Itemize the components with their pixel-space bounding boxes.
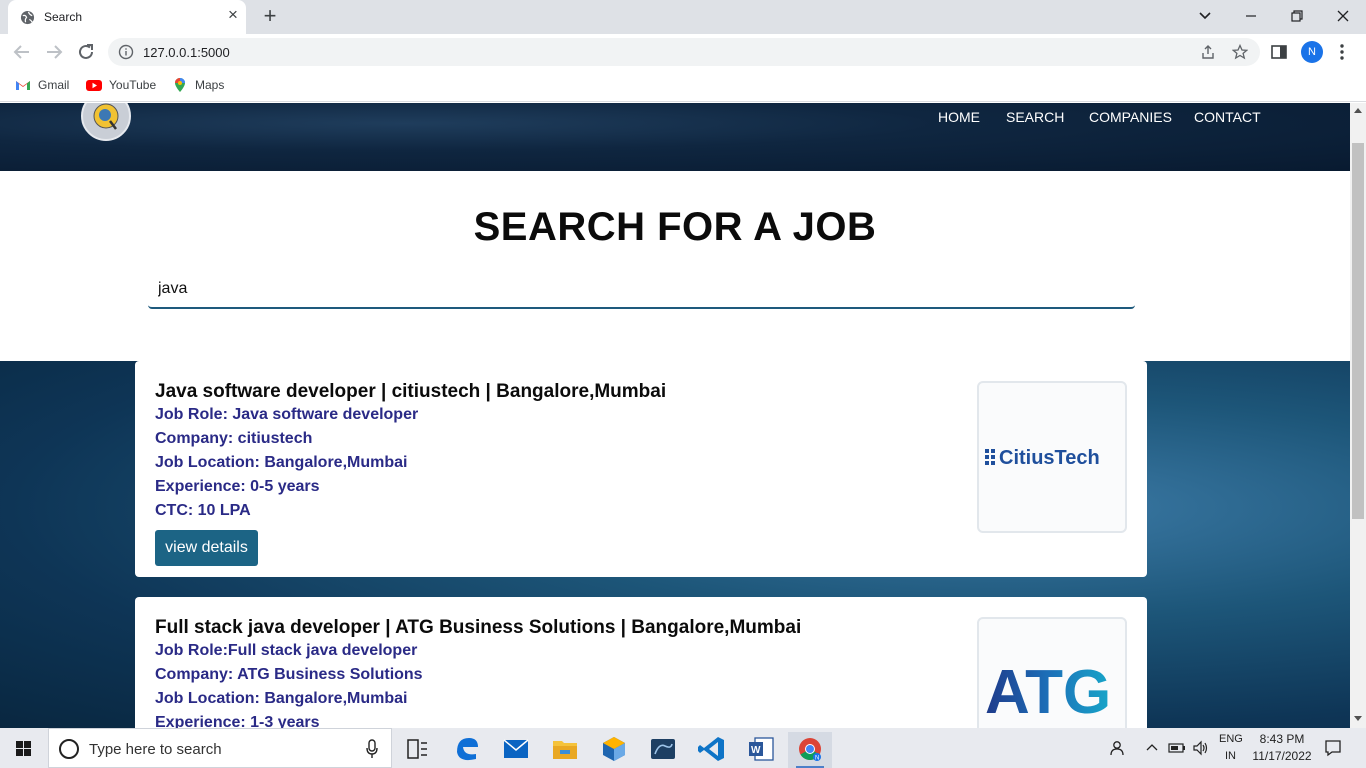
tab-search-icon[interactable] <box>1193 4 1217 28</box>
youtube-icon <box>86 80 102 91</box>
job-location: Job Location: Bangalore,Mumbai <box>155 454 408 471</box>
job-role: Job Role: Java software developer <box>155 406 419 423</box>
search-section: SEARCH FOR A JOB <box>0 171 1350 361</box>
cortana-icon <box>59 739 79 759</box>
omnibox[interactable]: 127.0.0.1:5000 <box>108 38 1260 66</box>
job-card: Java software developer | citiustech | B… <box>135 361 1147 577</box>
job-card: Full stack java developer | ATG Business… <box>135 597 1147 728</box>
url-text: 127.0.0.1:5000 <box>143 45 230 60</box>
close-window-button[interactable] <box>1331 4 1355 28</box>
job-role: Job Role:Full stack java developer <box>155 642 418 659</box>
start-button[interactable] <box>0 728 48 768</box>
windows-logo-icon <box>16 741 31 756</box>
tab-strip: Search × + <box>0 0 1366 34</box>
menu-kebab-icon[interactable] <box>1339 42 1345 62</box>
page-title: SEARCH FOR A JOB <box>473 205 877 249</box>
company-logo-atg: ATG <box>977 617 1127 728</box>
notifications-icon[interactable] <box>1324 739 1342 757</box>
job-company: Company: ATG Business Solutions <box>155 666 423 683</box>
clock-date: 11/17/2022 <box>1252 749 1312 763</box>
maps-icon <box>175 78 185 92</box>
lang-region: IN <box>1225 750 1236 762</box>
forward-arrow-icon[interactable] <box>43 41 65 63</box>
site-logo[interactable] <box>81 103 131 141</box>
taskbar-search-placeholder: Type here to search <box>89 741 222 758</box>
scroll-down-arrow-icon[interactable] <box>1354 716 1362 721</box>
microphone-icon[interactable] <box>365 739 379 759</box>
scrollbar-thumb[interactable] <box>1352 143 1364 519</box>
taskbar-search-box[interactable]: Type here to search <box>48 728 392 768</box>
bookmark-star-icon[interactable] <box>1232 44 1248 60</box>
job-search-input[interactable] <box>148 271 1135 309</box>
globe-icon <box>20 10 35 25</box>
job-location: Job Location: Bangalore,Mumbai <box>155 690 408 707</box>
svg-text:ATG: ATG <box>985 658 1111 727</box>
nav-search[interactable]: SEARCH <box>1006 109 1064 125</box>
restore-button[interactable] <box>1285 4 1309 28</box>
page-scrollbar[interactable] <box>1350 103 1366 728</box>
clock-time: 8:43 PM <box>1259 732 1305 746</box>
share-icon[interactable] <box>1200 44 1216 60</box>
site-header: HOME SEARCH COMPANIES CONTACT <box>0 103 1350 171</box>
bookmark-maps[interactable]: Maps <box>172 76 232 94</box>
edge-icon[interactable] <box>445 732 489 768</box>
scroll-up-arrow-icon[interactable] <box>1354 108 1362 113</box>
windows-taskbar: Type here to search W N ENG IN 8:43 PM 1… <box>0 728 1366 768</box>
language-indicator[interactable]: ENG IN <box>1219 728 1245 768</box>
browser-tab[interactable]: Search × <box>8 0 246 34</box>
chrome-taskbar-icon[interactable]: N <box>788 732 832 768</box>
minimize-button[interactable] <box>1239 4 1263 28</box>
mail-icon[interactable] <box>494 732 538 768</box>
svg-text:N: N <box>815 756 819 762</box>
results-section: Java software developer | citiustech | B… <box>0 361 1350 728</box>
bookmark-gmail[interactable]: Gmail <box>15 76 75 94</box>
volume-icon[interactable] <box>1192 740 1210 756</box>
battery-icon[interactable] <box>1168 740 1186 756</box>
side-panel-icon[interactable] <box>1270 43 1288 61</box>
address-bar-row: 127.0.0.1:5000 <box>0 34 1366 70</box>
gmail-icon <box>16 81 30 90</box>
svg-text:W: W <box>751 745 761 756</box>
nav-contact[interactable]: CONTACT <box>1194 109 1261 125</box>
svg-text:CitiusTech: CitiusTech <box>999 447 1100 469</box>
site-info-icon[interactable] <box>118 44 134 60</box>
close-tab-icon[interactable]: × <box>224 6 242 24</box>
show-hidden-icons-chevron-icon[interactable] <box>1145 741 1159 755</box>
bookmark-youtube[interactable]: YouTube <box>86 76 158 94</box>
job-heading: Java software developer | citiustech | B… <box>155 381 667 402</box>
task-view-icon[interactable] <box>395 732 439 768</box>
mysql-workbench-icon[interactable] <box>641 732 685 768</box>
profile-avatar[interactable]: N <box>1301 41 1323 63</box>
job-company: Company: citiustech <box>155 430 313 447</box>
tab-title: Search <box>44 10 83 24</box>
company-logo-citiustech: CitiusTech <box>977 381 1127 533</box>
clock[interactable]: 8:43 PM 11/17/2022 <box>1249 728 1315 768</box>
page-viewport: HOME SEARCH COMPANIES CONTACT SEARCH FOR… <box>0 103 1350 728</box>
lang-code: ENG <box>1219 733 1243 745</box>
bookmarks-bar: Gmail YouTube Maps <box>0 70 1366 102</box>
word-icon[interactable]: W <box>739 732 783 768</box>
back-arrow-icon[interactable] <box>11 41 33 63</box>
view-details-button[interactable]: view details <box>155 530 258 566</box>
job-ctc: CTC: 10 LPA <box>155 502 251 519</box>
job-experience: Experience: 0-5 years <box>155 478 320 495</box>
reload-icon[interactable] <box>75 41 97 63</box>
job-heading: Full stack java developer | ATG Business… <box>155 617 802 638</box>
nav-home[interactable]: HOME <box>938 109 980 125</box>
new-tab-button[interactable]: + <box>259 5 281 27</box>
virtualbox-icon[interactable] <box>592 732 636 768</box>
vscode-icon[interactable] <box>690 732 734 768</box>
file-explorer-icon[interactable] <box>543 732 587 768</box>
nav-companies[interactable]: COMPANIES <box>1089 109 1172 125</box>
people-icon[interactable] <box>1108 739 1126 757</box>
job-experience: Experience: 1-3 years <box>155 714 320 728</box>
